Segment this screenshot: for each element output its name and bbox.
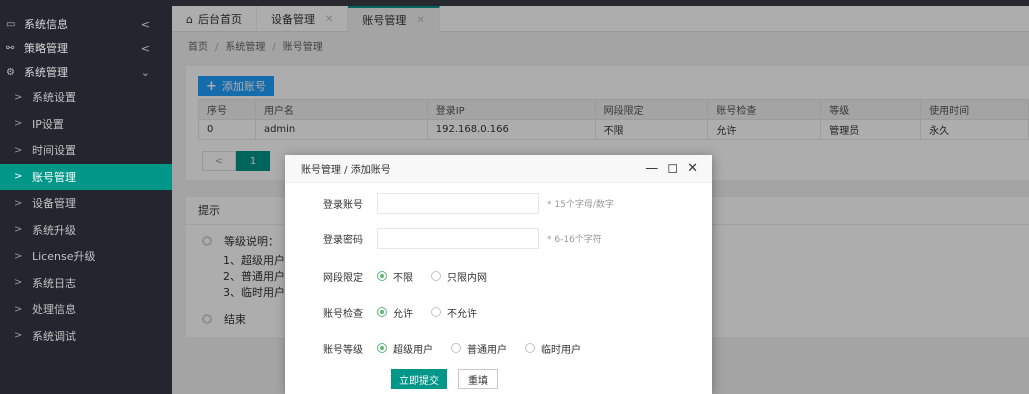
sidebar-item-label: IP设置 bbox=[32, 117, 64, 131]
sidebar: ▭ 系统信息 < ⚯ 策略管理 < ⚙ 系统管理 ⌄ > 系统设置 > IP设置 > 时间… bbox=[0, 0, 172, 394]
sidebar-item[interactable]: > 设备管理 bbox=[0, 190, 172, 217]
sidebar-group-system-info[interactable]: ▭ 系统信息 < bbox=[0, 12, 172, 36]
chevron-left-icon: < bbox=[140, 17, 150, 31]
chevron-right-icon: > bbox=[14, 171, 23, 183]
chevron-right-icon: > bbox=[14, 277, 23, 289]
chevron-down-icon: ⌄ bbox=[140, 65, 150, 79]
radio-label: 不限 bbox=[393, 272, 413, 284]
account-input[interactable] bbox=[377, 192, 539, 214]
radio-label: 允许 bbox=[393, 308, 413, 320]
sidebar-item-label: License升级 bbox=[32, 250, 96, 264]
segment-row: 网段限定 不限 只限内网 bbox=[285, 265, 712, 287]
radio-label: 临时用户 bbox=[541, 344, 581, 356]
sidebar-item-label: 处理信息 bbox=[32, 303, 76, 317]
sidebar-item[interactable]: > IP设置 bbox=[0, 111, 172, 138]
password-row: 登录密码 * 6-16个字符 bbox=[285, 227, 712, 249]
sidebar-item[interactable]: > License升级 bbox=[0, 243, 172, 270]
check-row: 账号检查 允许 不允许 bbox=[285, 301, 712, 323]
sidebar-group-label: 策略管理 bbox=[24, 42, 68, 55]
settings-icon: ⚙ bbox=[6, 66, 15, 78]
sidebar-item[interactable]: > 处理信息 bbox=[0, 296, 172, 323]
radio-label: 超级用户 bbox=[393, 344, 433, 356]
radio-label: 普通用户 bbox=[467, 344, 507, 356]
password-hint: * 6-16个字符 bbox=[547, 234, 602, 245]
chevron-right-icon: > bbox=[14, 118, 23, 130]
chevron-right-icon: > bbox=[14, 197, 23, 209]
chevron-left-icon: < bbox=[140, 41, 150, 55]
add-account-dialog: 账号管理 / 添加账号 — ◻ ✕ 登录账号 * 15个字母/数字 登录密码 *… bbox=[285, 155, 712, 394]
segment-label: 网段限定 bbox=[323, 272, 363, 284]
radio-label: 只限内网 bbox=[447, 272, 487, 284]
dialog-title: 账号管理 / 添加账号 bbox=[301, 165, 391, 176]
reset-button[interactable]: 重填 bbox=[458, 369, 498, 389]
account-label: 登录账号 bbox=[323, 199, 363, 211]
sidebar-group-policy[interactable]: ⚯ 策略管理 < bbox=[0, 36, 172, 60]
chevron-right-icon: > bbox=[14, 303, 23, 315]
submit-button[interactable]: 立即提交 bbox=[391, 369, 447, 389]
level-row: 账号等级 超级用户 普通用户 临时用户 bbox=[285, 337, 712, 359]
sidebar-item-label: 账号管理 bbox=[32, 170, 76, 184]
sidebar-item[interactable]: > 系统调试 bbox=[0, 323, 172, 350]
sidebar-item[interactable]: > 系统设置 bbox=[0, 84, 172, 111]
sidebar-item-label: 系统升级 bbox=[32, 223, 76, 237]
chevron-right-icon: > bbox=[14, 91, 23, 103]
chevron-right-icon: > bbox=[14, 224, 23, 236]
segment-radio-unlimited[interactable]: 不限 bbox=[377, 269, 413, 284]
level-radio-temporary[interactable]: 临时用户 bbox=[525, 341, 581, 356]
check-label: 账号检查 bbox=[323, 308, 363, 320]
segment-radio-intranet[interactable]: 只限内网 bbox=[431, 269, 487, 284]
sidebar-item[interactable]: > 系统升级 bbox=[0, 217, 172, 244]
chevron-right-icon: > bbox=[14, 144, 23, 156]
sidebar-group-system-management[interactable]: ⚙ 系统管理 ⌄ bbox=[0, 60, 172, 84]
sidebar-group-label: 系统信息 bbox=[24, 18, 68, 31]
chevron-right-icon: > bbox=[14, 330, 23, 342]
account-row: 登录账号 * 15个字母/数字 bbox=[285, 192, 712, 214]
radio-label: 不允许 bbox=[447, 308, 477, 320]
chevron-right-icon: > bbox=[14, 250, 23, 262]
sidebar-item[interactable]: > 时间设置 bbox=[0, 137, 172, 164]
check-radio-deny[interactable]: 不允许 bbox=[431, 305, 477, 320]
dialog-header: 账号管理 / 添加账号 — ◻ ✕ bbox=[285, 155, 712, 183]
sidebar-item-label: 系统日志 bbox=[32, 276, 76, 290]
sidebar-group-label: 系统管理 bbox=[24, 66, 68, 79]
sidebar-item-label: 设备管理 bbox=[32, 197, 76, 211]
sidebar-item-label: 系统调试 bbox=[32, 329, 76, 343]
sidebar-item[interactable]: > 系统日志 bbox=[0, 270, 172, 297]
account-hint: * 15个字母/数字 bbox=[547, 199, 614, 210]
maximize-icon[interactable]: ◻ bbox=[667, 161, 678, 176]
minimize-icon[interactable]: — bbox=[645, 161, 658, 176]
sidebar-item-label: 系统设置 bbox=[32, 91, 76, 105]
close-icon[interactable]: ✕ bbox=[687, 161, 698, 176]
radio-checked-icon bbox=[377, 307, 387, 317]
monitor-icon: ▭ bbox=[6, 18, 16, 30]
radio-unchecked-icon bbox=[525, 343, 535, 353]
password-input[interactable] bbox=[377, 227, 539, 249]
radio-unchecked-icon bbox=[451, 343, 461, 353]
radio-checked-icon bbox=[377, 271, 387, 281]
sidebar-item-label: 时间设置 bbox=[32, 144, 76, 158]
radio-checked-icon bbox=[377, 343, 387, 353]
network-icon: ⚯ bbox=[6, 42, 15, 54]
check-radio-allow[interactable]: 允许 bbox=[377, 305, 413, 320]
sidebar-item[interactable]: > 账号管理 bbox=[0, 163, 172, 190]
radio-unchecked-icon bbox=[431, 271, 441, 281]
level-radio-super[interactable]: 超级用户 bbox=[377, 341, 433, 356]
level-radio-normal[interactable]: 普通用户 bbox=[451, 341, 507, 356]
level-label: 账号等级 bbox=[323, 344, 363, 356]
password-label: 登录密码 bbox=[323, 234, 363, 246]
radio-unchecked-icon bbox=[431, 307, 441, 317]
